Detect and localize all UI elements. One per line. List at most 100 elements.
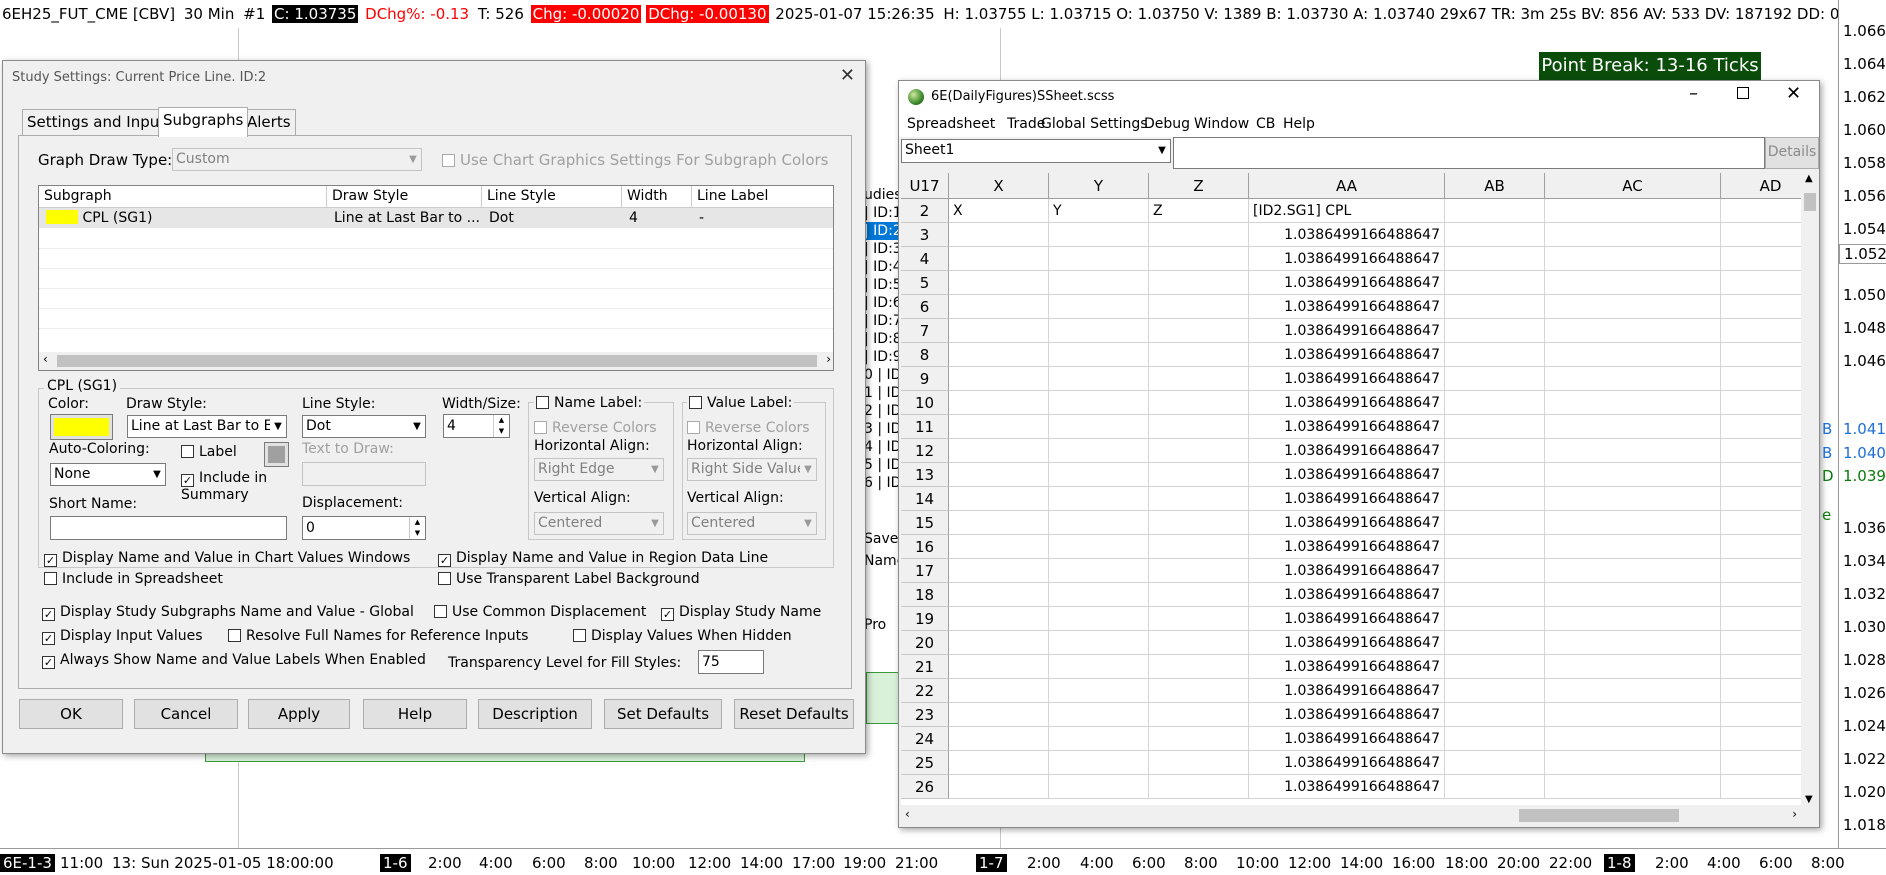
table-cell-line-label[interactable]: -: [694, 208, 833, 228]
table-cell[interactable]: [1049, 295, 1149, 319]
table-header-width[interactable]: Width: [622, 186, 692, 208]
table-cell[interactable]: [ID2.SG1] CPL: [1249, 199, 1445, 223]
table-cell[interactable]: [949, 583, 1049, 607]
table-cell[interactable]: [1149, 415, 1249, 439]
scrollbar-thumb[interactable]: [57, 355, 817, 367]
apply-button[interactable]: Apply: [248, 699, 350, 729]
study-list-item[interactable]: | ID:5: [864, 276, 900, 294]
table-cell[interactable]: [1049, 511, 1149, 535]
table-cell[interactable]: [1721, 487, 1801, 511]
table-cell[interactable]: [1721, 343, 1801, 367]
table-cell[interactable]: 1.0386499166488647: [1249, 487, 1445, 511]
row-header[interactable]: 9: [901, 367, 949, 391]
table-cell[interactable]: [949, 559, 1049, 583]
chevron-down-icon[interactable]: ▼: [1805, 794, 1813, 805]
reset-defaults-button[interactable]: Reset Defaults: [734, 699, 854, 729]
draw-style-select[interactable]: Line at Last Bar to Ed ▼: [127, 415, 287, 438]
table-cell[interactable]: [1149, 223, 1249, 247]
table-cell[interactable]: 1.0386499166488647: [1249, 295, 1445, 319]
menu-item-debug[interactable]: Debug: [1144, 116, 1190, 132]
study-list-item[interactable]: | ID:3: [864, 240, 900, 258]
table-cell[interactable]: [1721, 703, 1801, 727]
table-cell[interactable]: [1149, 727, 1249, 751]
table-cell[interactable]: [1445, 655, 1545, 679]
name-reverse-colors-checkbox[interactable]: Reverse Colors: [534, 420, 657, 436]
table-cell[interactable]: [1545, 727, 1721, 751]
column-header[interactable]: AB: [1445, 173, 1545, 199]
column-header[interactable]: X: [949, 173, 1049, 199]
row-header[interactable]: 14: [901, 487, 949, 511]
table-cell[interactable]: [1545, 415, 1721, 439]
chevron-left-icon[interactable]: ‹: [905, 807, 910, 821]
table-cell[interactable]: [1545, 703, 1721, 727]
table-cell[interactable]: [1149, 583, 1249, 607]
table-cell[interactable]: [1545, 319, 1721, 343]
table-cell[interactable]: [1149, 391, 1249, 415]
row-header[interactable]: 4: [901, 247, 949, 271]
menu-item-window[interactable]: Window: [1194, 116, 1249, 132]
close-icon[interactable]: ✕: [1786, 83, 1801, 104]
table-cell[interactable]: [1545, 295, 1721, 319]
table-cell[interactable]: [1049, 415, 1149, 439]
table-cell[interactable]: [1149, 679, 1249, 703]
table-cell[interactable]: [1545, 655, 1721, 679]
table-cell[interactable]: 1.0386499166488647: [1249, 559, 1445, 583]
table-cell[interactable]: [1049, 751, 1149, 775]
table-cell[interactable]: [1049, 319, 1149, 343]
spin-arrows-icon[interactable]: ▲ ▼: [409, 517, 425, 539]
column-header[interactable]: AC: [1545, 173, 1721, 199]
row-header[interactable]: 13: [901, 463, 949, 487]
table-cell[interactable]: [1545, 271, 1721, 295]
displacement-input[interactable]: 0 ▲ ▼: [302, 516, 426, 540]
row-header[interactable]: 25: [901, 751, 949, 775]
table-cell[interactable]: [1721, 367, 1801, 391]
sheet-selector[interactable]: Sheet1 ▼: [901, 139, 1171, 163]
row-header[interactable]: 12: [901, 439, 949, 463]
table-cell[interactable]: [1445, 271, 1545, 295]
table-cell[interactable]: [1445, 487, 1545, 511]
table-cell[interactable]: [1149, 295, 1249, 319]
table-cell[interactable]: [1545, 367, 1721, 391]
table-cell[interactable]: [1445, 199, 1545, 223]
table-cell[interactable]: [1049, 775, 1149, 799]
table-cell[interactable]: [1149, 247, 1249, 271]
table-cell[interactable]: [1545, 511, 1721, 535]
table-cell[interactable]: 1.0386499166488647: [1249, 223, 1445, 247]
table-cell[interactable]: [1049, 271, 1149, 295]
table-cell[interactable]: [1445, 751, 1545, 775]
width-size-input[interactable]: 4 ▲ ▼: [443, 414, 510, 438]
table-cell[interactable]: [1545, 583, 1721, 607]
table-cell[interactable]: [1049, 559, 1149, 583]
table-cell[interactable]: [1721, 223, 1801, 247]
table-cell[interactable]: 1.0386499166488647: [1249, 655, 1445, 679]
table-cell[interactable]: [1149, 631, 1249, 655]
table-cell[interactable]: [1049, 223, 1149, 247]
column-header[interactable]: Y: [1049, 173, 1149, 199]
table-cell-subgraph[interactable]: CPL (SG1): [41, 208, 327, 228]
table-cell[interactable]: 1.0386499166488647: [1249, 679, 1445, 703]
row-header[interactable]: 19: [901, 607, 949, 631]
table-cell[interactable]: [949, 343, 1049, 367]
row-header[interactable]: 6: [901, 295, 949, 319]
always-show-labels-checkbox[interactable]: ✓ Always Show Name and Value Labels When …: [42, 652, 426, 669]
table-cell[interactable]: [1445, 367, 1545, 391]
row-header[interactable]: 18: [901, 583, 949, 607]
table-cell[interactable]: [1149, 367, 1249, 391]
table-cell[interactable]: Z: [1149, 199, 1249, 223]
studies-list[interactable]: udies | ID:1 | ID:2 | ID:3 | ID:4 | ID:5 | ID:…: [864, 186, 900, 646]
formula-bar-input[interactable]: [1173, 137, 1765, 169]
table-cell[interactable]: [949, 631, 1049, 655]
study-list-item[interactable]: | ID:1: [864, 204, 900, 222]
table-cell[interactable]: [1721, 631, 1801, 655]
table-cell[interactable]: [1049, 655, 1149, 679]
line-style-select[interactable]: Dot ▼: [302, 415, 426, 438]
table-cell[interactable]: 1.0386499166488647: [1249, 463, 1445, 487]
table-cell[interactable]: [949, 535, 1049, 559]
table-cell[interactable]: [1545, 751, 1721, 775]
table-cell[interactable]: [1445, 439, 1545, 463]
table-cell[interactable]: [1149, 703, 1249, 727]
row-header[interactable]: 5: [901, 271, 949, 295]
table-cell[interactable]: [1721, 655, 1801, 679]
table-cell[interactable]: [1445, 607, 1545, 631]
display-study-name-checkbox[interactable]: ✓ Display Study Name: [661, 604, 821, 621]
